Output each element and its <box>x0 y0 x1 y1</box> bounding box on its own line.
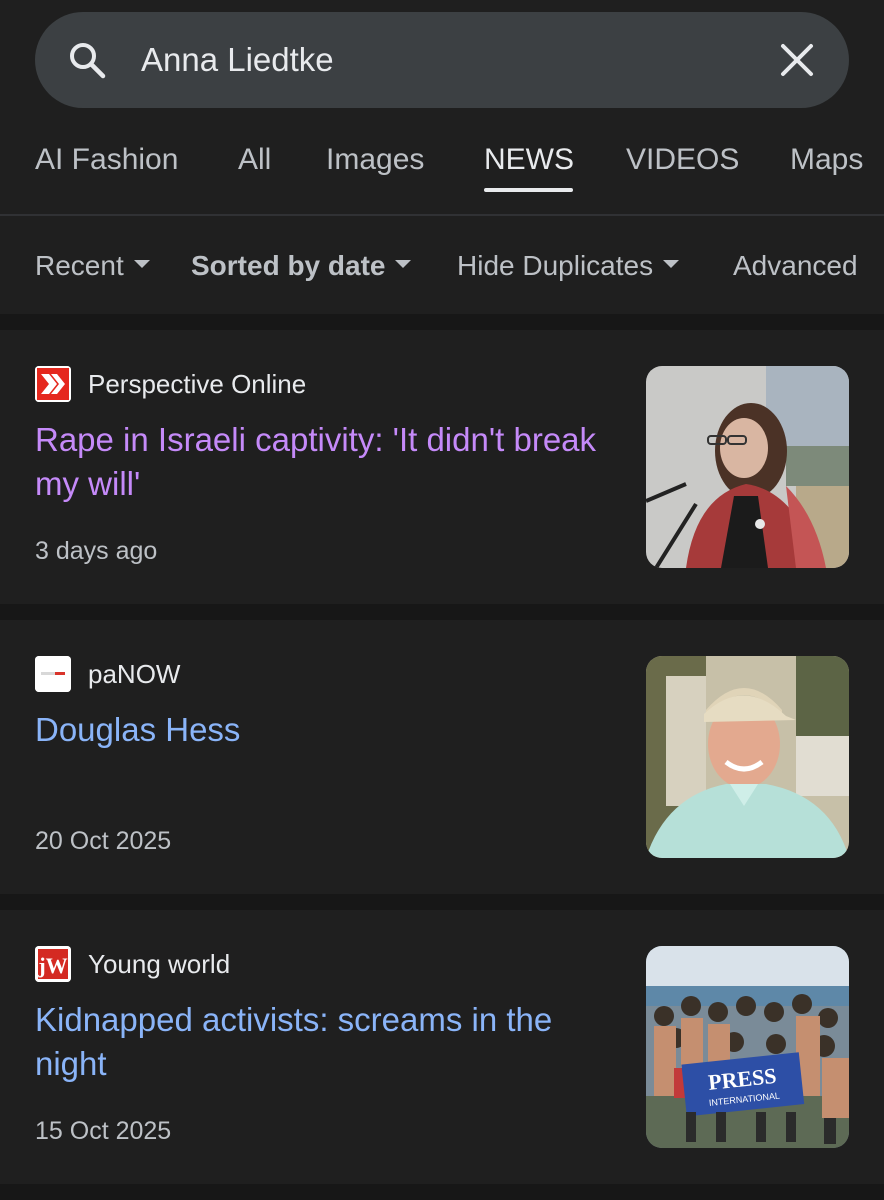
tab-videos[interactable]: VIDEOS <box>626 142 739 178</box>
filter-duplicates-label: Hide Duplicates <box>457 250 654 281</box>
search-input[interactable] <box>141 36 741 84</box>
search-bar[interactable] <box>35 12 849 108</box>
section-separator <box>0 314 884 330</box>
publish-date: 3 days ago <box>35 537 158 565</box>
search-results-page: AI Fashion All Images NEWS VIDEOS Maps R… <box>0 0 884 1200</box>
tab-news[interactable]: NEWS <box>484 142 574 178</box>
source-name: paNOW <box>88 659 181 689</box>
red-chevron-logo-icon <box>35 366 71 402</box>
news-result-card[interactable]: jW Young world Kidnapped activists: scre… <box>0 910 884 1184</box>
publish-date: 20 Oct 2025 <box>35 827 172 855</box>
caret-down-icon <box>133 260 150 268</box>
man-in-cap-thumbnail[interactable] <box>646 656 849 858</box>
tab-ai-fashion[interactable]: AI Fashion <box>35 142 178 178</box>
panow-logo-icon <box>35 656 71 692</box>
close-icon[interactable] <box>779 42 815 78</box>
section-separator <box>0 1184 884 1200</box>
section-separator <box>0 604 884 620</box>
section-separator <box>0 894 884 910</box>
tab-images[interactable]: Images <box>326 142 424 178</box>
filter-sort[interactable]: Sorted by date <box>191 249 412 283</box>
filter-recent[interactable]: Recent <box>35 249 150 283</box>
jw-logo-icon: jW <box>35 946 71 982</box>
search-tabs: AI Fashion All Images NEWS VIDEOS Maps <box>0 130 884 214</box>
search-icon[interactable] <box>67 40 107 80</box>
source-name: Young world <box>88 949 231 979</box>
headline-link[interactable]: Kidnapped activists: screams in the nigh… <box>35 998 615 1086</box>
tab-all[interactable]: All <box>238 142 271 178</box>
news-result-card[interactable]: Perspective Online Rape in Israeli capti… <box>0 330 884 604</box>
filter-advanced-label: Advanced <box>733 250 858 281</box>
woman-at-microphone-thumbnail[interactable] <box>646 366 849 568</box>
headline-link[interactable]: Douglas Hess <box>35 708 615 752</box>
filter-recent-label: Recent <box>35 250 124 281</box>
caret-down-icon <box>663 260 680 268</box>
tab-maps[interactable]: Maps <box>790 142 863 178</box>
filter-bar: Recent Sorted by date Hide Duplicates Ad… <box>0 216 884 314</box>
source-name: Perspective Online <box>88 369 307 399</box>
active-tab-indicator <box>484 188 573 192</box>
filter-duplicates[interactable]: Hide Duplicates <box>457 249 680 283</box>
headline-link[interactable]: Rape in Israeli captivity: 'It didn't br… <box>35 418 615 506</box>
publish-date: 15 Oct 2025 <box>35 1117 172 1145</box>
svg-text:jW: jW <box>37 953 67 978</box>
caret-down-icon <box>395 260 412 268</box>
news-result-card[interactable]: paNOW Douglas Hess 20 Oct 2025 <box>0 620 884 894</box>
filter-advanced[interactable]: Advanced <box>733 249 858 283</box>
filter-sort-label: Sorted by date <box>191 250 386 281</box>
group-with-press-banner-thumbnail[interactable]: PRESS INTERNATIONAL <box>646 946 849 1148</box>
